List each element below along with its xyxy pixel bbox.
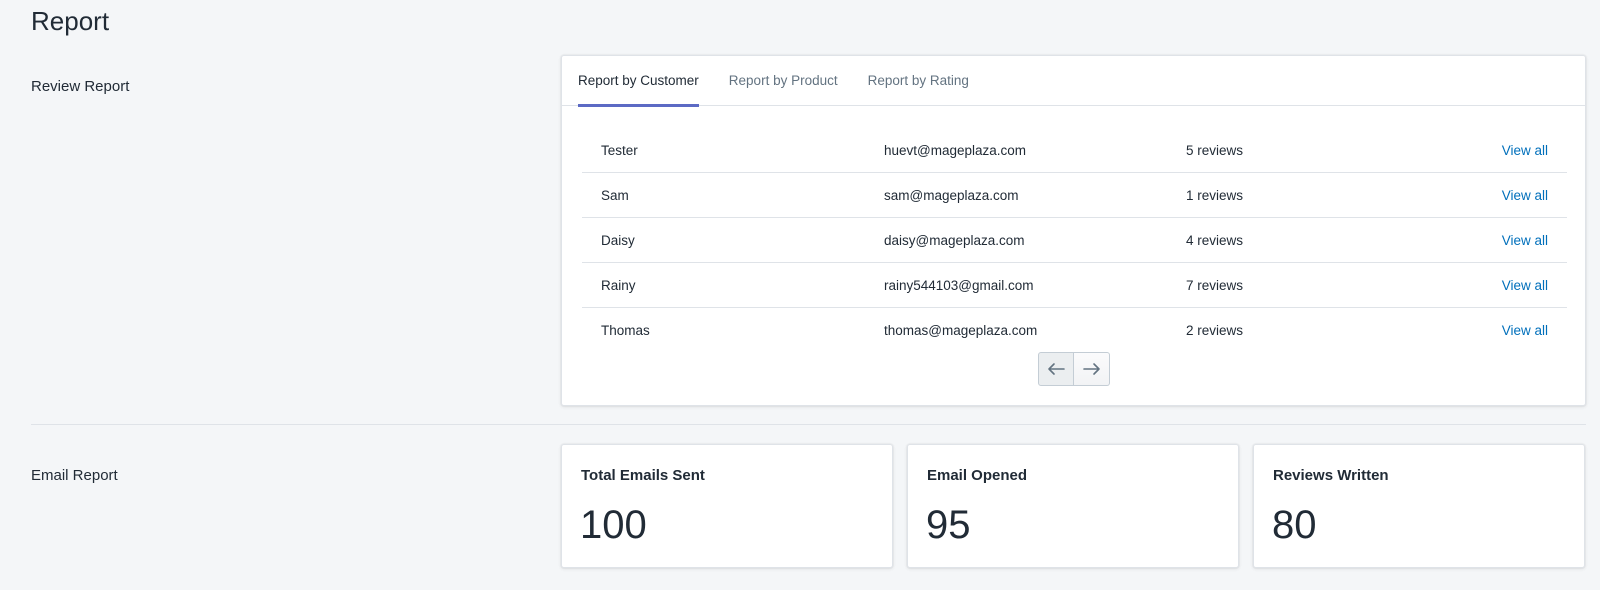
- view-all-link[interactable]: View all: [1457, 188, 1567, 203]
- review-count: 7 reviews: [1186, 277, 1244, 293]
- next-page-button[interactable]: [1074, 352, 1110, 386]
- stat-card-total-emails-sent: Total Emails Sent 100: [561, 444, 893, 568]
- view-all-link[interactable]: View all: [1457, 143, 1567, 158]
- stat-title: Reviews Written: [1273, 467, 1389, 484]
- table-row: Tester huevt@mageplaza.com 5 reviews Vie…: [582, 128, 1567, 173]
- stat-value: 100: [580, 503, 647, 547]
- stat-card-email-opened: Email Opened 95: [907, 444, 1239, 568]
- customer-email: daisy@mageplaza.com: [884, 232, 1025, 248]
- customer-email: rainy544103@gmail.com: [884, 277, 1034, 293]
- stat-card-reviews-written: Reviews Written 80: [1253, 444, 1585, 568]
- pagination: [1038, 352, 1110, 386]
- review-count: 1 reviews: [1186, 187, 1244, 203]
- view-all-link[interactable]: View all: [1457, 233, 1567, 248]
- customer-name: Daisy: [601, 232, 635, 248]
- previous-page-button[interactable]: [1038, 352, 1074, 386]
- customer-name: Thomas: [601, 323, 650, 338]
- customer-name: Rainy: [601, 277, 636, 293]
- review-report-card: Report by Customer Report by Product Rep…: [561, 55, 1586, 406]
- stat-title: Total Emails Sent: [581, 467, 705, 484]
- table-row: Daisy daisy@mageplaza.com 4 reviews View…: [582, 218, 1567, 263]
- customer-name: Sam: [601, 187, 629, 203]
- customer-name: Tester: [601, 142, 638, 158]
- tab-report-by-customer[interactable]: Report by Customer: [578, 56, 714, 107]
- report-tabs: Report by Customer Report by Product Rep…: [562, 56, 1585, 107]
- stat-value: 80: [1272, 503, 1317, 547]
- customer-email: thomas@mageplaza.com: [884, 323, 1038, 338]
- arrow-right-icon: [1082, 363, 1100, 375]
- view-all-link[interactable]: View all: [1457, 278, 1567, 293]
- review-report-label: Review Report: [31, 78, 130, 95]
- customer-email: huevt@mageplaza.com: [884, 142, 1027, 158]
- review-count: 4 reviews: [1186, 232, 1244, 248]
- table-row: Sam sam@mageplaza.com 1 reviews View all: [582, 173, 1567, 218]
- customer-report-table: Tester huevt@mageplaza.com 5 reviews Vie…: [582, 128, 1567, 353]
- stat-title: Email Opened: [927, 467, 1028, 484]
- stat-value: 95: [926, 503, 971, 547]
- arrow-left-icon: [1048, 363, 1065, 375]
- review-count: 2 reviews: [1186, 323, 1244, 338]
- section-divider: [31, 424, 1586, 425]
- email-report-label: Email Report: [31, 467, 118, 484]
- tab-report-by-product[interactable]: Report by Product: [714, 56, 853, 106]
- table-row: Rainy rainy544103@gmail.com 7 reviews Vi…: [582, 263, 1567, 308]
- customer-email: sam@mageplaza.com: [884, 187, 1019, 203]
- review-count: 5 reviews: [1186, 142, 1244, 158]
- tab-report-by-rating[interactable]: Report by Rating: [853, 56, 984, 106]
- view-all-link[interactable]: View all: [1457, 323, 1567, 338]
- page-title: Report: [31, 6, 110, 36]
- table-row: Thomas thomas@mageplaza.com 2 reviews Vi…: [582, 308, 1567, 353]
